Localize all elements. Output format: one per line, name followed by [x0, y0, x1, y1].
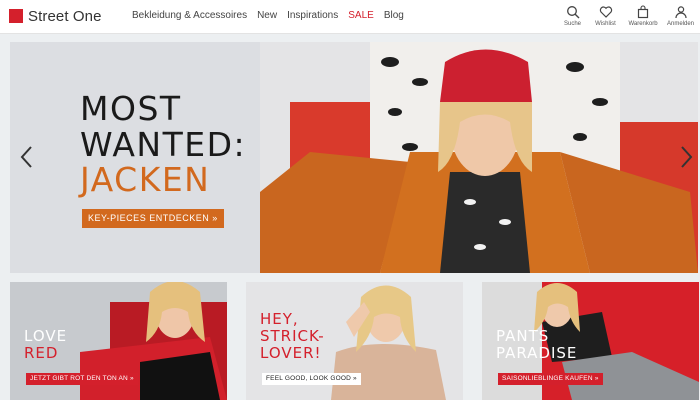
- tile-pants-paradise-title-line2: PARADISE: [496, 344, 578, 362]
- nav-item-inspirations[interactable]: Inspirations: [287, 10, 338, 21]
- chevron-right-icon[interactable]: [676, 143, 696, 171]
- login-button[interactable]: Anmelden: [665, 5, 696, 27]
- cart-button[interactable]: Warenkorb: [623, 5, 663, 27]
- logo-mark: [9, 9, 23, 23]
- brand-name: Street One: [28, 7, 102, 25]
- search-icon: [566, 6, 579, 19]
- hero-banner[interactable]: MOST WANTED: JACKEN KEY-PIECES ENTDECKEN…: [10, 42, 698, 273]
- hero-model-illustration: [260, 42, 698, 273]
- brand-logo[interactable]: Street One: [9, 7, 102, 25]
- hero-title-line2: WANTED:: [80, 125, 247, 164]
- search-button[interactable]: Suche: [557, 5, 588, 27]
- search-label: Suche: [563, 21, 581, 27]
- bag-icon: [637, 5, 649, 19]
- tile-pants-paradise-title-line1: PANTS: [496, 327, 550, 345]
- hero-photo: [260, 42, 698, 273]
- tile-strick-lover-title-line3: LOVER!: [260, 344, 322, 362]
- tile-love-red-title-line2: RED: [24, 344, 59, 362]
- cart-label: Warenkorb: [628, 21, 658, 27]
- tile-love-red-title-line1: LOVE: [24, 327, 68, 345]
- login-label: Anmelden: [666, 21, 695, 27]
- hero-title-line1: MOST: [80, 89, 182, 128]
- tile-pants-paradise[interactable]: PANTS PARADISE SAISONLIEBLINGE KAUFEN »: [482, 282, 699, 400]
- tile-strick-lover-cta[interactable]: FEEL GOOD, LOOK GOOD »: [262, 373, 361, 385]
- nav-item-sale[interactable]: SALE: [348, 10, 374, 21]
- nav-item-blog[interactable]: Blog: [384, 10, 404, 21]
- nav-item-bekleidung[interactable]: Bekleidung & Accessoires: [132, 10, 247, 21]
- wishlist-button[interactable]: Wishlist: [590, 5, 621, 27]
- tile-love-red-cta[interactable]: JETZT GIBT ROT DEN TON AN »: [26, 373, 138, 385]
- main-nav: Bekleidung & Accessoires New Inspiration…: [132, 10, 414, 21]
- tile-love-red[interactable]: LOVE RED JETZT GIBT ROT DEN TON AN »: [10, 282, 227, 400]
- chevron-left-icon[interactable]: [17, 143, 37, 171]
- hero-cta-button[interactable]: KEY-PIECES ENTDECKEN »: [82, 209, 224, 228]
- nav-item-new[interactable]: New: [257, 10, 277, 21]
- header-actions: Suche Wishlist Warenkorb Anmelden: [555, 5, 696, 27]
- tile-pants-paradise-cta[interactable]: SAISONLIEBLINGE KAUFEN »: [498, 373, 603, 385]
- tile-strick-lover[interactable]: HEY, STRICK- LOVER! FEEL GOOD, LOOK GOOD…: [246, 282, 463, 400]
- tile-strick-lover-title-line2: STRICK-: [260, 327, 325, 345]
- wishlist-label: Wishlist: [595, 21, 616, 27]
- hero-title-line3: JACKEN: [80, 160, 211, 199]
- heart-icon: [599, 6, 612, 18]
- tile-strick-lover-title-line1: HEY,: [260, 310, 299, 328]
- site-header: Street One Bekleidung & Accessoires New …: [0, 0, 700, 34]
- user-icon: [674, 6, 687, 19]
